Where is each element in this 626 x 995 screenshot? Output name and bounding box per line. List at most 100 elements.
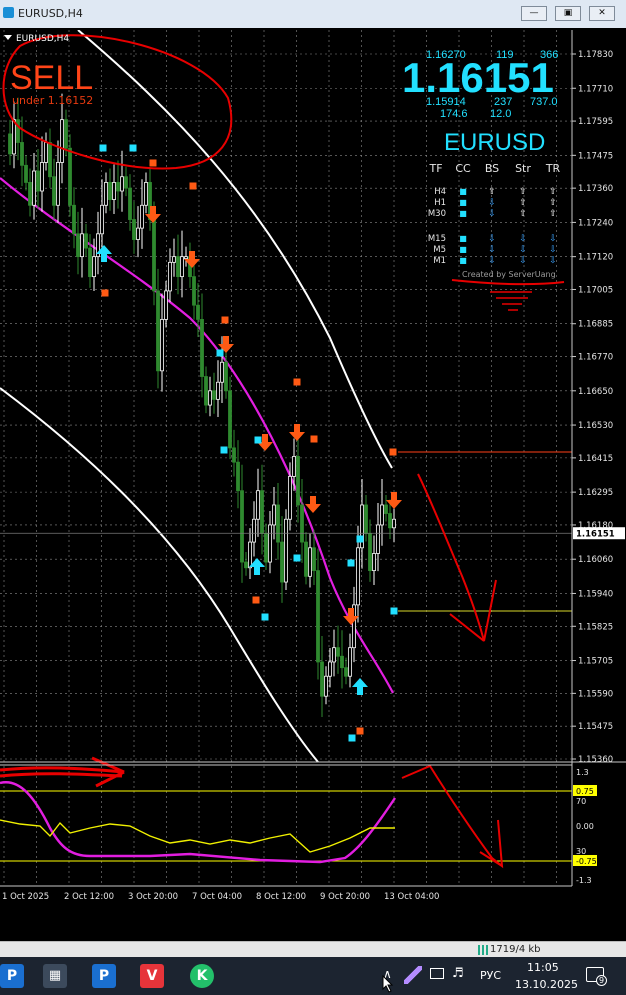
bear-candle bbox=[280, 541, 284, 583]
price-tick-label: 1.15360 bbox=[578, 755, 613, 765]
bear-candle bbox=[156, 290, 160, 372]
bull-candle bbox=[100, 204, 104, 235]
status-traffic: 1719/4 kb bbox=[490, 944, 541, 955]
bear-candle bbox=[36, 170, 40, 192]
price-tick-label: 1.17005 bbox=[578, 285, 613, 295]
bull-candle bbox=[172, 256, 176, 263]
bear-candle bbox=[368, 533, 372, 572]
table-tr: ⇩ bbox=[549, 234, 557, 244]
kucoin-app-icon[interactable]: K bbox=[190, 964, 214, 988]
bull-candle bbox=[272, 504, 276, 526]
table-str: ⇩ bbox=[519, 234, 527, 244]
quote-stat1: 174.6 bbox=[440, 108, 468, 120]
table-str: ⇩ bbox=[519, 256, 527, 266]
bear-candle bbox=[200, 319, 204, 377]
price-tick-label: 1.16770 bbox=[578, 353, 613, 363]
bear-candle bbox=[224, 361, 228, 392]
price-tick-label: 1.17360 bbox=[578, 184, 613, 194]
bear-candle bbox=[212, 390, 216, 400]
table-tf: M5 bbox=[433, 245, 446, 255]
sell-dot bbox=[293, 378, 301, 386]
symbol-timeframe-label: EURUSD,H4 bbox=[16, 34, 69, 44]
bear-candle bbox=[240, 490, 244, 563]
bull-candle bbox=[348, 647, 352, 677]
price-tick-label: 1.17120 bbox=[578, 253, 613, 263]
vivaldi-app-icon[interactable]: V bbox=[140, 964, 164, 988]
bull-candle bbox=[324, 675, 328, 697]
table-str: ⇧ bbox=[519, 198, 527, 208]
bear-candle bbox=[28, 182, 32, 206]
bear-candle bbox=[8, 133, 12, 155]
bear-candle bbox=[52, 176, 56, 206]
bear-candle bbox=[264, 533, 268, 563]
quote-low: 1.15914 bbox=[426, 96, 466, 108]
sell-dot bbox=[149, 159, 157, 167]
table-bs: ⇩ bbox=[488, 245, 496, 255]
price-chart[interactable]: 1.17830 1.17710 1.17595 1.17475 1.17360 1.172… bbox=[0, 28, 626, 941]
bear-candle bbox=[132, 219, 136, 240]
table-tr: ⇩ bbox=[549, 245, 557, 255]
bull-candle bbox=[252, 518, 256, 543]
table-header: Str bbox=[515, 162, 531, 175]
price-tick-label: 1.16060 bbox=[578, 555, 613, 565]
bull-candle bbox=[284, 518, 288, 583]
bear-candle bbox=[128, 187, 132, 220]
bull-candle bbox=[60, 119, 64, 163]
buy-dot bbox=[261, 613, 269, 621]
maximize-button[interactable]: ▣ bbox=[555, 6, 581, 21]
buy-dot bbox=[99, 144, 107, 152]
signal-text: SELL bbox=[10, 59, 93, 97]
buy-dot bbox=[293, 554, 301, 562]
volume-icon[interactable]: ♬ bbox=[452, 966, 464, 981]
bull-candle bbox=[380, 504, 384, 526]
bear-candle bbox=[88, 247, 92, 278]
osc-tick-label: 1.3 bbox=[576, 768, 589, 777]
time-tick-label: 3 Oct 20:00 bbox=[128, 892, 178, 902]
bull-candle bbox=[112, 182, 116, 200]
bear-candle bbox=[296, 456, 300, 506]
bull-candle bbox=[216, 381, 220, 400]
bull-candle bbox=[356, 547, 360, 606]
table-tf: H4 bbox=[434, 187, 446, 197]
close-button[interactable]: ✕ bbox=[589, 6, 615, 21]
table-cc: ■ bbox=[459, 256, 467, 265]
bull-candle bbox=[120, 176, 124, 192]
bear-candle bbox=[24, 164, 28, 183]
price-tick-label: 1.16295 bbox=[578, 488, 613, 498]
table-cc: ■ bbox=[459, 234, 467, 243]
buy-dot bbox=[254, 436, 262, 444]
bull-candle bbox=[164, 290, 168, 320]
table-cc: ■ bbox=[459, 245, 467, 254]
bear-candle bbox=[124, 176, 128, 189]
table-str: ⇩ bbox=[519, 245, 527, 255]
bull-candle bbox=[268, 524, 272, 563]
calculator-app-icon[interactable]: ▦ bbox=[43, 964, 67, 988]
clock-date[interactable]: 13.10.2025 bbox=[515, 978, 578, 991]
price-tick-label: 1.15825 bbox=[578, 622, 613, 632]
bear-candle bbox=[228, 390, 232, 449]
language-indicator[interactable]: РУС bbox=[480, 969, 501, 982]
buy-dot bbox=[129, 144, 137, 152]
price-tick-label: 1.17475 bbox=[578, 151, 613, 161]
connection-bars-icon bbox=[478, 945, 488, 955]
osc-tick-label: 70 bbox=[576, 797, 586, 806]
bear-candle bbox=[260, 490, 264, 534]
bull-candle bbox=[144, 182, 148, 206]
time-tick-label: 13 Oct 04:00 bbox=[384, 892, 439, 902]
terminal2-app-icon[interactable]: P bbox=[92, 964, 116, 988]
bear-candle bbox=[108, 182, 112, 200]
terminal-app-icon[interactable]: P bbox=[0, 964, 24, 988]
bear-candle bbox=[344, 667, 348, 677]
osc-tick-label: 30 bbox=[576, 847, 586, 856]
bear-candle bbox=[20, 142, 24, 166]
bear-candle bbox=[388, 513, 392, 529]
pen-tray-icon[interactable] bbox=[404, 966, 422, 984]
bull-candle bbox=[140, 204, 144, 229]
table-tf: M15 bbox=[428, 234, 446, 244]
clock-time[interactable]: 11:05 bbox=[527, 961, 559, 974]
osc-tick-label: 0.75 bbox=[576, 787, 594, 796]
osc-tick-label: -0.75 bbox=[576, 857, 597, 866]
quote-symbol: EURUSD bbox=[444, 129, 545, 156]
network-icon[interactable] bbox=[430, 968, 444, 979]
minimize-button[interactable]: — bbox=[521, 6, 547, 21]
